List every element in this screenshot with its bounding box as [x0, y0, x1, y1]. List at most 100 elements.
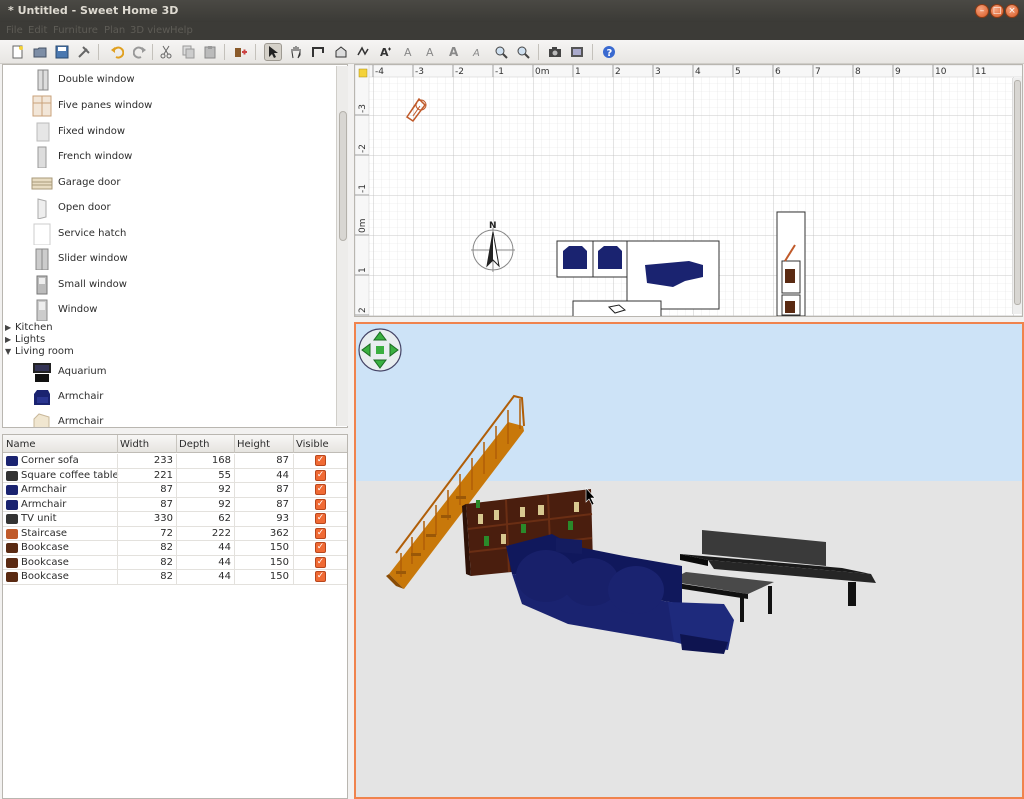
open-icon[interactable] — [31, 43, 49, 61]
visible-checkbox[interactable]: ✓ — [315, 455, 326, 466]
ruler-x-label: 11 — [975, 67, 986, 77]
close-button[interactable]: × — [1005, 4, 1019, 18]
visible-checkbox[interactable]: ✓ — [315, 513, 326, 524]
column-height[interactable]: Height — [237, 439, 270, 450]
cell-name: TV unit — [21, 513, 57, 524]
redo-icon[interactable] — [131, 43, 149, 61]
catalog-item-window[interactable]: Window — [25, 298, 325, 322]
svg-text:A: A — [426, 46, 434, 59]
visible-checkbox[interactable]: ✓ — [315, 571, 326, 582]
catalog-scrollbar[interactable] — [336, 66, 348, 426]
select-icon[interactable] — [264, 43, 282, 61]
text-style-bold-icon[interactable]: A — [400, 43, 418, 61]
table-row[interactable]: Bookcase 82 44 150 ✓ — [3, 555, 347, 570]
create-walls-icon[interactable] — [309, 43, 327, 61]
catalog-item-small-window[interactable]: Small window — [25, 273, 325, 297]
cell-width: 330 — [153, 513, 173, 524]
menu-furniture[interactable]: Furniture — [53, 25, 98, 36]
create-rooms-icon[interactable] — [332, 43, 350, 61]
copy-icon[interactable] — [179, 43, 197, 61]
cell-height: 150 — [269, 556, 289, 568]
cell-name: Bookcase — [21, 542, 69, 553]
column-depth[interactable]: Depth — [179, 439, 209, 450]
catalog-item-armchair-2[interactable]: Armchair — [25, 410, 325, 427]
plan-canvas[interactable]: -4 -3 -2 -1 0m 1 2 3 4 5 6 7 8 9 10 11 -3 -2 -1 0m 1 2 N — [355, 65, 1023, 317]
visible-checkbox[interactable]: ✓ — [315, 469, 326, 481]
navigation-arrows-icon[interactable] — [358, 328, 402, 372]
table-row[interactable]: Bookcase 82 44 150 ✓ — [3, 570, 347, 585]
minimize-button[interactable]: – — [975, 4, 989, 18]
collapse-arrow-icon[interactable]: ▼ — [5, 347, 15, 356]
catalog-item-service-hatch[interactable]: Service hatch — [25, 222, 325, 246]
table-row[interactable]: Corner sofa 233 168 87 ✓ — [3, 454, 347, 469]
table-row[interactable]: TV unit 330 62 93 ✓ — [3, 512, 347, 527]
table-row[interactable]: Armchair 87 92 87 ✓ — [3, 497, 347, 512]
catalog-group-kitchen[interactable]: ▶ Kitchen — [5, 322, 53, 333]
column-width[interactable]: Width — [120, 439, 149, 450]
cell-width: 87 — [160, 484, 173, 495]
ruler-y-label: -1 — [358, 184, 368, 193]
new-icon[interactable] — [9, 43, 27, 61]
column-visible[interactable]: Visible — [296, 439, 329, 450]
catalog-item-double-window[interactable]: Double window — [25, 68, 325, 92]
expand-arrow-icon[interactable]: ▶ — [5, 323, 15, 332]
catalog-item-label: Fixed window — [58, 126, 126, 137]
menu-edit[interactable]: Edit — [28, 25, 47, 36]
ruler-x-label: 7 — [815, 67, 821, 77]
table-row[interactable]: Armchair 87 92 87 ✓ — [3, 483, 347, 498]
scrollbar-thumb[interactable] — [339, 111, 347, 241]
menu-3d-view[interactable]: 3D view — [130, 25, 170, 36]
maximize-button[interactable]: □ — [990, 4, 1004, 18]
pan-icon[interactable] — [287, 43, 305, 61]
ruler-corner — [358, 68, 368, 78]
photo-icon[interactable] — [546, 43, 564, 61]
undo-icon[interactable] — [108, 43, 126, 61]
preferences-icon[interactable] — [75, 43, 93, 61]
3d-scene[interactable] — [356, 324, 1022, 797]
help-icon[interactable]: ? — [600, 43, 618, 61]
table-row[interactable]: Bookcase 82 44 150 ✓ — [3, 541, 347, 556]
paste-icon[interactable] — [201, 43, 219, 61]
visible-checkbox[interactable]: ✓ — [315, 484, 326, 495]
catalog-item-french-window[interactable]: French window — [25, 145, 325, 169]
visible-checkbox[interactable]: ✓ — [315, 556, 326, 568]
3d-view[interactable] — [354, 322, 1024, 799]
cell-name: Bookcase — [21, 556, 69, 568]
visible-checkbox[interactable]: ✓ — [315, 498, 326, 510]
catalog-group-lights[interactable]: ▶ Lights — [5, 334, 45, 345]
cell-depth: 44 — [218, 556, 231, 568]
add-furniture-icon[interactable] — [231, 43, 249, 61]
catalog-item-fixed-window[interactable]: Fixed window — [25, 120, 325, 144]
cut-icon[interactable] — [157, 43, 175, 61]
catalog-item-slider-window[interactable]: Slider window — [25, 247, 325, 271]
plan-view[interactable]: -4 -3 -2 -1 0m 1 2 3 4 5 6 7 8 9 10 11 -3 -2 -1 0m 1 2 N — [354, 64, 1023, 317]
video-icon[interactable] — [568, 43, 586, 61]
scrollbar-thumb[interactable] — [1014, 80, 1021, 305]
menu-help[interactable]: Help — [170, 25, 193, 36]
add-text-icon[interactable]: A — [376, 43, 394, 61]
cell-height: 87 — [276, 498, 289, 510]
zoom-out-icon[interactable] — [514, 43, 532, 61]
catalog-group-living-room[interactable]: ▼ Living room — [5, 346, 74, 357]
text-style-italic-icon[interactable]: A — [422, 43, 440, 61]
visible-checkbox[interactable]: ✓ — [315, 542, 326, 553]
catalog-item-open-door[interactable]: Open door — [25, 196, 325, 220]
table-row[interactable]: Staircase 72 222 362 ✓ — [3, 526, 347, 541]
catalog-item-garage-door[interactable]: Garage door — [25, 171, 325, 195]
plan-scrollbar[interactable] — [1012, 78, 1022, 314]
catalog-item-five-panes-window[interactable]: Five panes window — [25, 94, 325, 118]
menu-plan[interactable]: Plan — [104, 25, 125, 36]
table-row[interactable]: Square coffee table 221 55 44 ✓ — [3, 468, 347, 483]
text-decrease-icon[interactable]: A — [468, 43, 486, 61]
catalog-item-armchair[interactable]: Armchair — [25, 385, 325, 409]
menu-file[interactable]: File — [6, 25, 23, 36]
zoom-in-icon[interactable] — [492, 43, 510, 61]
visible-checkbox[interactable]: ✓ — [315, 527, 326, 539]
text-increase-icon[interactable]: A — [445, 43, 463, 61]
save-icon[interactable] — [53, 43, 71, 61]
catalog-item-aquarium[interactable]: Aquarium — [25, 360, 325, 384]
create-polylines-icon[interactable] — [354, 43, 372, 61]
column-name[interactable]: Name — [6, 439, 36, 450]
expand-arrow-icon[interactable]: ▶ — [5, 335, 15, 344]
ruler-x-label: 3 — [655, 67, 661, 77]
